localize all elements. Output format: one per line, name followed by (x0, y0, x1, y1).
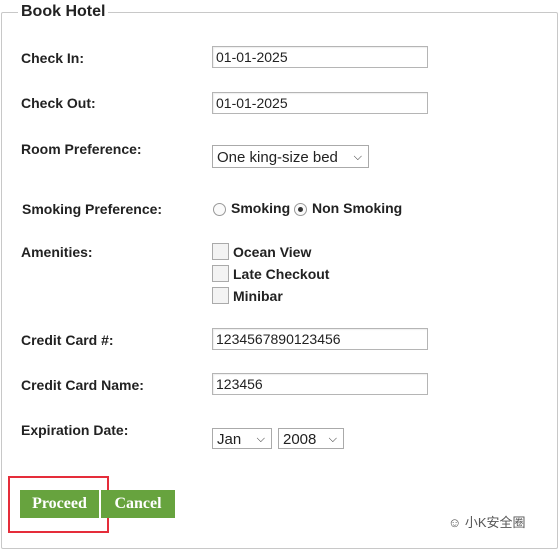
watermark: ☺ 小K安全圈 (448, 512, 526, 531)
late-checkout-label: Late Checkout (233, 266, 330, 282)
credit-card-number-label: Credit Card #: (21, 332, 114, 348)
smoking-option-label: Smoking (231, 200, 291, 216)
check-in-label: Check In: (21, 50, 85, 66)
check-out-label: Check Out: (21, 95, 96, 111)
room-preference-value: One king-size bed (217, 149, 338, 166)
chevron-down-icon: ⌵ (328, 433, 337, 445)
wechat-icon: ☺ (448, 515, 465, 530)
credit-card-number-input[interactable]: 1234567890123456 (212, 328, 428, 350)
non-smoking-option-label: Non Smoking (312, 200, 403, 216)
smoking-radio[interactable] (213, 203, 226, 216)
chevron-down-icon: ⌵ (256, 433, 265, 445)
proceed-button[interactable]: Proceed (20, 490, 99, 518)
non-smoking-radio[interactable] (294, 203, 307, 216)
smoking-preference-label: Smoking Preference: (22, 201, 163, 217)
ocean-view-label: Ocean View (233, 244, 312, 260)
month-value: Jan (217, 431, 242, 448)
room-preference-label: Room Preference: (21, 141, 142, 157)
amenities-label: Amenities: (21, 244, 93, 260)
expiration-date-label: Expiration Date: (21, 422, 129, 438)
watermark-text: 小K安全圈 (464, 515, 526, 530)
chevron-down-icon: ⌵ (353, 151, 362, 163)
year-value: 2008 (283, 431, 317, 448)
credit-card-name-label: Credit Card Name: (21, 377, 144, 393)
room-preference-select[interactable]: One king-size bed ⌵ (212, 145, 369, 168)
expiration-year-select[interactable]: 2008 ⌵ (278, 428, 344, 449)
check-in-input[interactable]: 01-01-2025 (212, 46, 428, 68)
cancel-button[interactable]: Cancel (101, 490, 175, 518)
check-out-input[interactable]: 01-01-2025 (212, 92, 428, 114)
credit-card-name-input[interactable]: 123456 (212, 373, 428, 395)
late-checkout-checkbox[interactable] (212, 265, 229, 282)
ocean-view-checkbox[interactable] (212, 243, 229, 260)
minibar-label: Minibar (233, 288, 283, 304)
expiration-month-select[interactable]: Jan ⌵ (212, 428, 272, 449)
minibar-checkbox[interactable] (212, 287, 229, 304)
form-title: Book Hotel (18, 3, 109, 21)
